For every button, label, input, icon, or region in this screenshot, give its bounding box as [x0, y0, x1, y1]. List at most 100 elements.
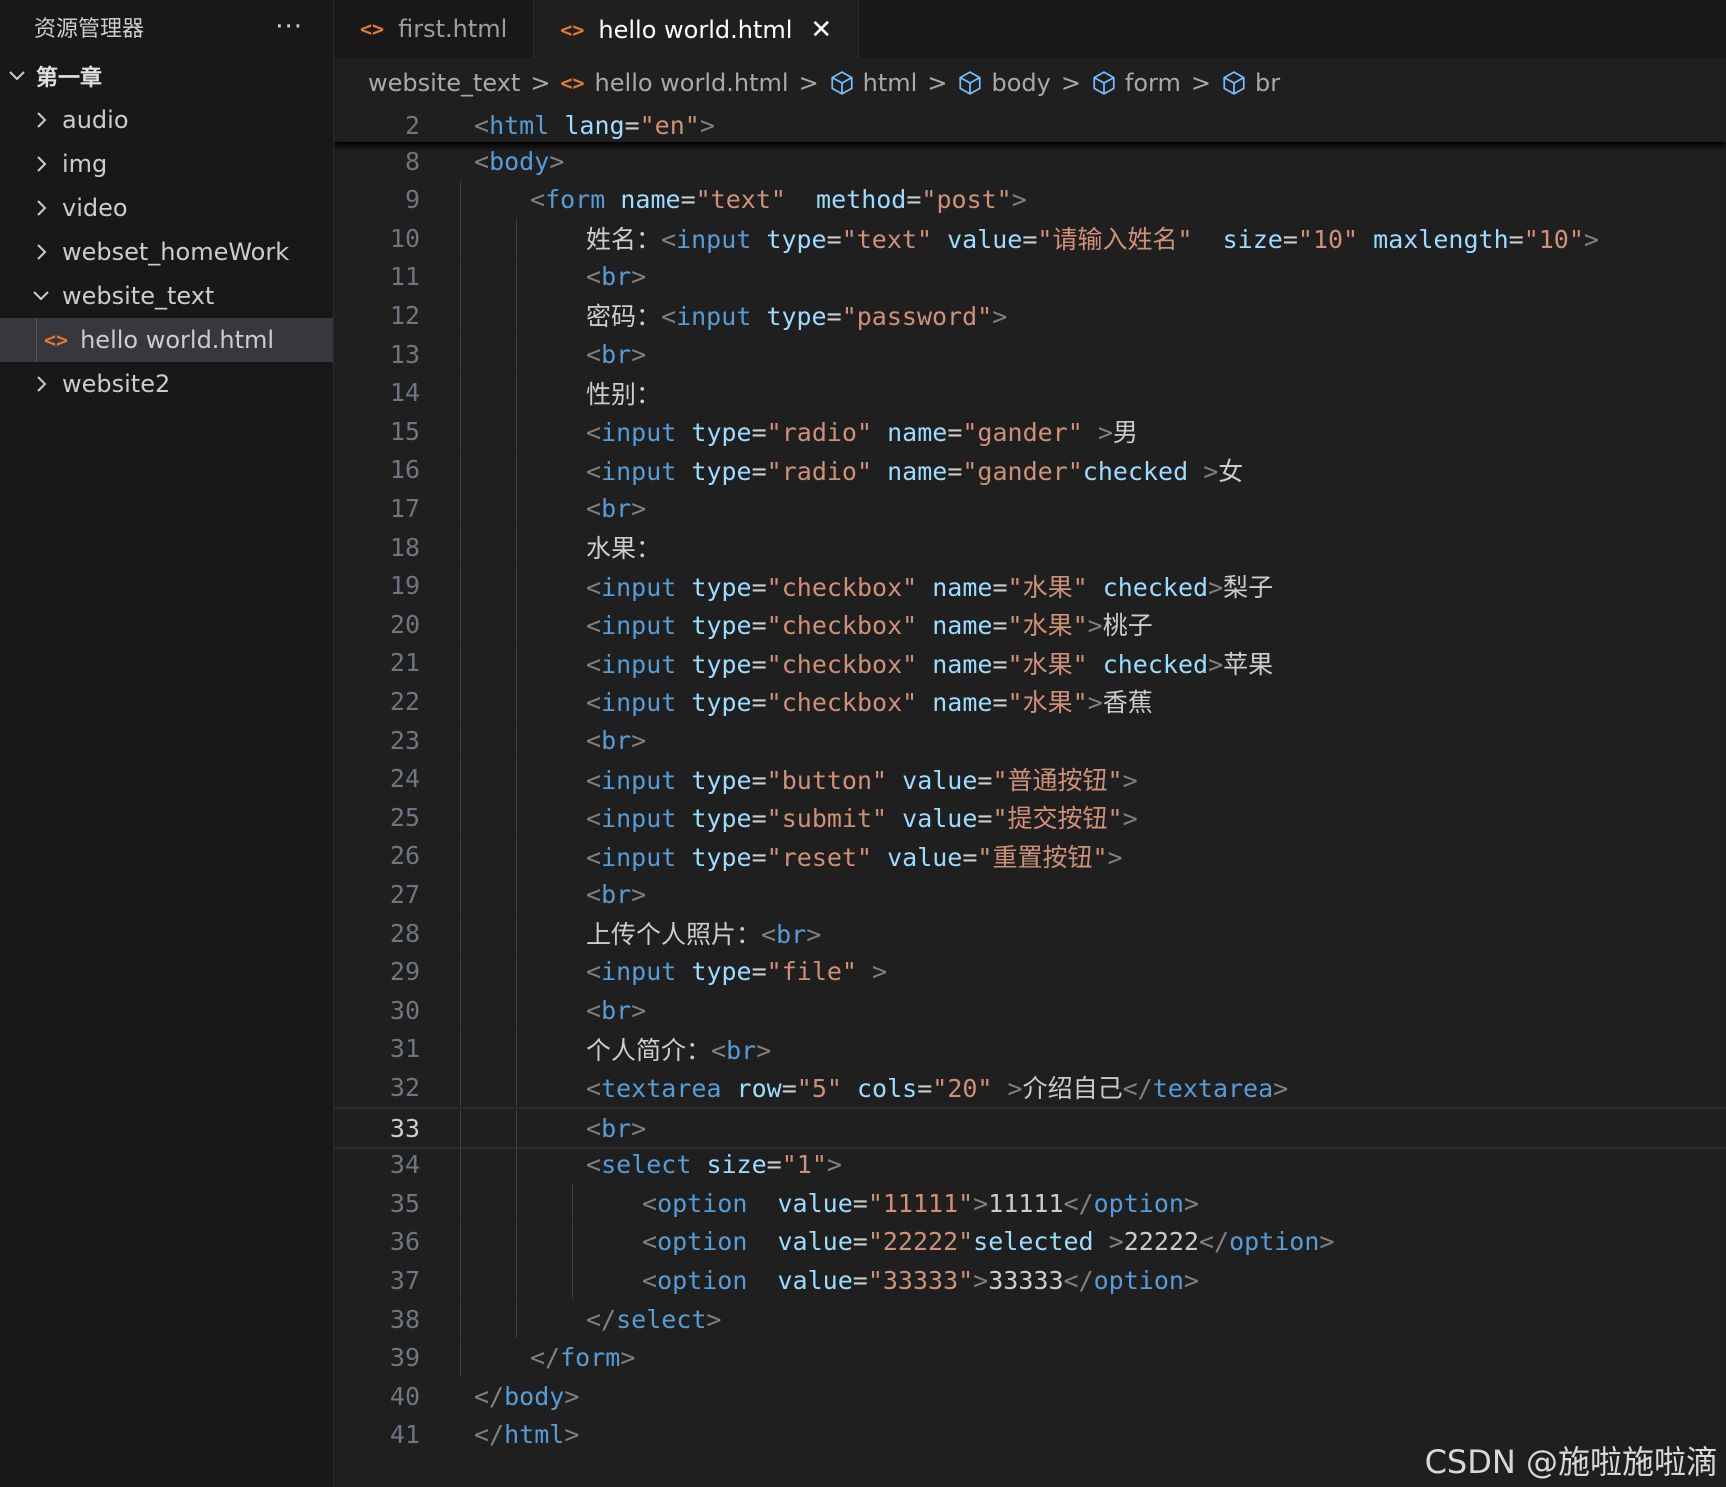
code-editor[interactable]: 8 <body> 9 <form name="text" method="post">… [334, 108, 1726, 1487]
code-line[interactable]: 26 <input type="reset" value="重置按钮"> [334, 836, 1726, 875]
code-line[interactable]: 33 <br> [334, 1107, 1726, 1149]
code-token: > [631, 1113, 647, 1143]
code-line[interactable]: 39 </form> [334, 1338, 1726, 1377]
code-line[interactable]: 19 <input type="checkbox" name="水果" check… [334, 566, 1726, 605]
tab-bar: <> first.html <> hello world.html ✕ [334, 0, 1726, 59]
code-line[interactable]: 22 <input type="checkbox" name="水果">香蕉 [334, 682, 1726, 721]
code-line[interactable]: 18 水果： [334, 528, 1726, 566]
code-token: "11111" [867, 1188, 974, 1218]
code-line[interactable]: 21 <input type="checkbox" name="水果" check… [334, 643, 1726, 682]
tab-first-html[interactable]: <> first.html [334, 0, 535, 58]
code-line[interactable]: 37 <option value="33333">33333</option> [334, 1261, 1726, 1300]
code-line[interactable]: 10 姓名：<input type="text" value="请输入姓名" si… [334, 219, 1726, 258]
indent-guide [36, 318, 37, 362]
code-token: name [887, 456, 948, 486]
code-token: = [826, 225, 842, 255]
line-number: 21 [389, 648, 420, 678]
html-file-icon: <> [560, 71, 585, 95]
code-token: < [761, 920, 777, 949]
code-line[interactable]: 2 <html lang="en"> [334, 108, 1726, 144]
code-token: size [706, 1150, 767, 1180]
code-line[interactable]: 13 <br> [334, 335, 1726, 373]
code-token: > [973, 1188, 989, 1218]
folder-item[interactable]: website2 [0, 362, 333, 406]
code-line[interactable]: 14 性别： [334, 373, 1726, 412]
code-token: checked [1102, 572, 1209, 602]
code-line[interactable]: 29 <input type="file" > [334, 952, 1726, 991]
code-line[interactable]: 9 <form name="text" method="post"> [334, 180, 1726, 219]
tab-hello-world-html[interactable]: <> hello world.html ✕ [534, 0, 860, 59]
code-line[interactable]: 24 <input type="button" value="普通按钮"> [334, 759, 1726, 798]
code-token: br [601, 1113, 632, 1143]
code-text: <br> [586, 340, 646, 369]
indent-guide [460, 450, 461, 489]
explorer-sidebar: 资源管理器 ··· 第一章 audio img video webset_homeWo… [0, 0, 334, 1487]
code-token: > [564, 1420, 580, 1450]
line-number: 37 [389, 1265, 420, 1295]
close-icon[interactable]: ✕ [810, 15, 832, 45]
code-line[interactable]: 27 <br> [334, 875, 1726, 914]
code-line[interactable]: 23 <br> [334, 721, 1726, 759]
code-token: "5" [796, 1074, 842, 1104]
breadcrumb-item[interactable]: html [829, 69, 917, 97]
code-line[interactable]: 12 密码：<input type="password"> [334, 296, 1726, 335]
file-tree: audio img video webset_homeWork website_text… [0, 98, 333, 406]
code-line[interactable]: 20 <input type="checkbox" name="水果">桃子 [334, 605, 1726, 644]
code-text: <br> [586, 996, 646, 1025]
folder-item[interactable]: img [0, 142, 333, 186]
line-number: 10 [389, 223, 420, 253]
code-line[interactable]: 28 上传个人照片：<br> [334, 914, 1726, 952]
line-number: 31 [389, 1034, 420, 1064]
code-token: = [751, 572, 767, 602]
code-line[interactable]: 31 个人简介：<br> [334, 1029, 1726, 1068]
breadcrumb-item[interactable]: br [1221, 69, 1280, 97]
code-token: br [601, 879, 632, 909]
code-token: > [1097, 418, 1113, 448]
code-line[interactable]: 15 <input type="radio" name="gander" >男 [334, 412, 1726, 451]
folder-section[interactable]: 第一章 [0, 54, 333, 98]
breadcrumb-item[interactable]: form [1091, 69, 1181, 97]
code-line[interactable]: 11 <br> [334, 257, 1726, 296]
code-line[interactable]: 40 </body> [334, 1377, 1726, 1415]
code-text: <br> [586, 1114, 646, 1143]
code-token: select [616, 1304, 707, 1334]
code-token: > [1583, 225, 1599, 255]
code-line[interactable]: 35 <option value="11111">11111</option> [334, 1184, 1726, 1223]
code-line[interactable]: 34 <select size="1"> [334, 1145, 1726, 1184]
more-actions-icon[interactable]: ··· [275, 14, 303, 40]
breadcrumb-item[interactable]: website_text [368, 69, 520, 97]
code-line[interactable]: 17 <br> [334, 489, 1726, 528]
code-line[interactable]: 8 <body> [334, 142, 1726, 180]
code-token: "post" [921, 185, 1012, 215]
sticky-scroll-header[interactable]: 2 <html lang="en"> [334, 108, 1726, 142]
code-token: = [781, 1074, 797, 1104]
folder-item[interactable]: webset_homeWork [0, 230, 333, 274]
code-token: option [657, 1227, 748, 1257]
code-token: < [586, 1074, 602, 1104]
code-line[interactable]: 30 <br> [334, 991, 1726, 1030]
indent-guide [516, 1184, 517, 1223]
code-token: = [1022, 225, 1038, 255]
code-line[interactable]: 36 <option value="22222"selected >22222</… [334, 1222, 1726, 1261]
file-item[interactable]: <> hello world.html [0, 318, 333, 362]
code-line[interactable]: 25 <input type="submit" value="提交按钮"> [334, 798, 1726, 837]
folder-item[interactable]: video [0, 186, 333, 230]
code-text: <br> [586, 880, 646, 909]
code-line[interactable]: 16 <input type="radio" name="gander"check… [334, 450, 1726, 489]
code-token: > [1183, 1188, 1199, 1218]
breadcrumb-item[interactable]: <> hello world.html [560, 69, 788, 97]
code-token: input [601, 842, 677, 872]
code-line[interactable]: 32 <textarea row="5" cols="20" >介绍自己</tex… [334, 1068, 1726, 1107]
code-text: 性别： [586, 375, 661, 411]
code-token: = [977, 804, 993, 834]
breadcrumb-item[interactable]: body [957, 69, 1051, 97]
folder-item[interactable]: audio [0, 98, 333, 142]
folder-item[interactable]: website_text [0, 274, 333, 318]
code-line[interactable]: 38 </select> [334, 1300, 1726, 1338]
indent-guide [516, 1068, 517, 1107]
code-token: 女 [1218, 456, 1244, 486]
